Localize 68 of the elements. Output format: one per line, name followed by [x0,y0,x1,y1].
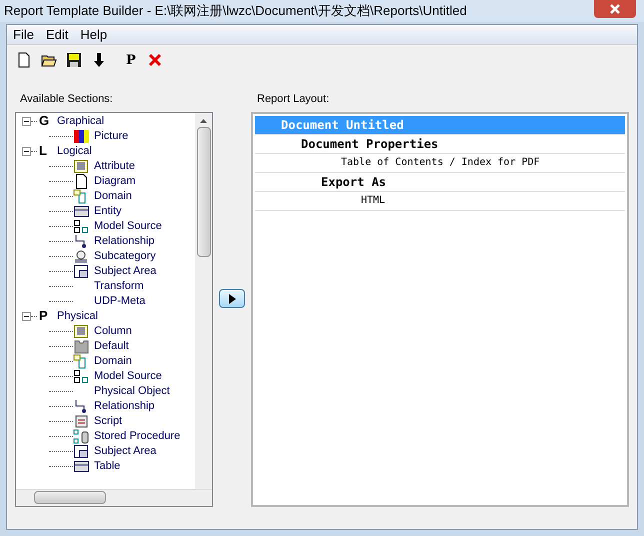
delete-icon[interactable] [146,52,163,68]
tree-item-label[interactable]: Column [94,322,132,340]
tree-item-label[interactable]: Relationship [94,398,155,414]
tree-item-label[interactable]: Transform [94,278,144,294]
tree-item-label[interactable]: Attribute [94,158,135,174]
tree-item-label[interactable]: Physical Object [94,382,170,400]
tree-item-label[interactable]: Subject Area [94,262,156,280]
layout-row[interactable]: Document Properties [255,134,625,154]
tree-item-label[interactable]: Model Source [94,368,162,384]
tree-item-label[interactable]: Entity [94,202,122,220]
tree-group-label[interactable]: Graphical [57,112,104,130]
horizontal-scrollbar[interactable] [16,488,212,506]
color-bars-icon [73,128,90,144]
model-tree-icon [73,218,90,234]
default-shape-icon [73,338,90,354]
menu-item[interactable]: File [7,24,40,44]
layout-row[interactable]: Export As [255,172,625,192]
model-tree-icon [73,368,90,384]
down-arrow-icon[interactable] [91,52,107,68]
scroll-up-arrow-icon[interactable] [200,118,207,122]
save-icon[interactable] [66,52,82,68]
available-sections-label: Available Sections: [20,92,114,107]
scrollbar-thumb[interactable] [34,491,106,504]
play-icon[interactable] [228,294,236,304]
tree-item-label[interactable]: Default [94,338,129,354]
tree-item-label[interactable]: Model Source [94,218,162,234]
tree-item-label[interactable]: Relationship [94,232,155,250]
list-icon [73,158,90,174]
tree-item-label[interactable]: Picture [94,128,128,144]
group-letter: G [39,112,50,130]
collapse-toggle-icon[interactable] [22,312,31,320]
page-icon [73,174,90,188]
menu-item[interactable]: Help [74,24,114,44]
vertical-scrollbar[interactable] [195,112,212,488]
list-icon [73,324,90,338]
tree-item-label[interactable]: UDP-Meta [94,292,146,310]
tree-item-label[interactable]: Script [94,412,122,430]
group-letter: P [39,307,49,326]
menu-item[interactable]: Edit [40,24,74,44]
tree-item-label[interactable]: Stored Procedure [94,428,180,444]
procedure-icon [73,428,90,444]
new-document-icon[interactable] [16,52,32,68]
group-letter: L [39,142,48,160]
scroll-icon [73,414,90,428]
tree-item-label[interactable]: Table [94,458,120,474]
subject-area-icon [73,264,90,278]
collapse-toggle-icon[interactable] [22,146,31,156]
add-section-button[interactable] [219,289,245,308]
entity-icon [73,458,90,474]
tree-group-label[interactable]: Physical [57,308,98,324]
layout-row[interactable]: Table of Contents / Index for PDF [255,154,625,172]
tree-item-label[interactable]: Diagram [94,172,136,190]
subcategory-icon [73,248,90,264]
scrollbar-thumb[interactable] [196,126,210,256]
close-button[interactable] [594,0,636,18]
collapse-toggle-icon[interactable] [22,116,31,126]
tree-group-label[interactable]: Logical [57,142,92,160]
tree-item-label[interactable]: Domain [94,188,132,204]
tree-item-label[interactable]: Domain [94,352,132,370]
window-title: Report Template Builder - E:\联网注册\lwzc\Document\开发文档\Reports\Untitled [4,2,467,20]
tree-item-label[interactable]: Subject Area [94,442,156,460]
tree-item-label[interactable]: Subcategory [94,248,156,264]
entity-icon [73,204,90,218]
report-layout-label: Report Layout: [257,92,330,107]
close-icon[interactable] [609,3,621,15]
p-toolbar-button[interactable]: P [124,53,138,69]
layout-row[interactable]: HTML [255,192,625,210]
subject-area-icon [73,444,90,458]
